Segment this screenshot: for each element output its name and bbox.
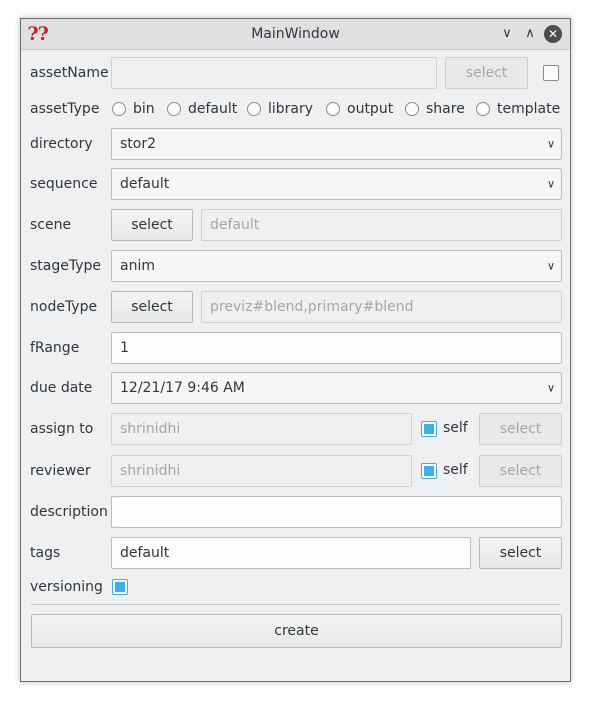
assign-to-select-button[interactable]: select [479,413,562,445]
stage-type-combo[interactable]: anim ∨ [111,250,562,282]
divider [31,604,560,605]
stage-type-label: stageType [30,258,102,274]
assign-to-field[interactable]: shrinidhi [111,413,412,445]
tags-field[interactable]: default [111,537,471,569]
node-type-label: nodeType [30,299,98,315]
radio-output[interactable]: output [326,101,393,117]
chevron-down-icon: ∨ [546,259,555,273]
radio-default[interactable]: default [167,101,237,117]
chevron-down-icon: ∨ [546,381,555,395]
title-bar[interactable]: ⁇ MainWindow ∨ ∧ ✕ [21,19,570,50]
window-title: MainWindow [251,26,340,42]
due-date-label: due date [30,380,93,396]
assign-to-self-label: self [443,420,468,436]
directory-label: directory [30,136,93,152]
frange-field[interactable]: 1 [111,332,562,364]
node-type-field[interactable]: previz#blend,primary#blend [201,291,562,323]
asset-name-label: assetName [30,65,109,81]
directory-combo[interactable]: stor2 ∨ [111,128,562,160]
create-button[interactable]: create [31,614,562,648]
radio-circle [405,102,419,116]
asset-name-select-button[interactable]: select [445,57,528,89]
asset-name-field[interactable] [111,57,437,89]
radio-circle [247,102,261,116]
radio-circle [326,102,340,116]
assign-to-label: assign to [30,421,94,437]
reviewer-select-button[interactable]: select [479,455,562,487]
reviewer-label: reviewer [30,463,91,479]
radio-template[interactable]: template [476,101,560,117]
tags-label: tags [30,545,61,561]
versioning-label: versioning [30,579,103,595]
close-icon[interactable]: ✕ [544,25,562,43]
description-label: description [30,504,108,520]
main-window: ⁇ MainWindow ∨ ∧ ✕ assetName select asse… [20,18,571,682]
tags-select-button[interactable]: select [479,537,562,569]
maximize-icon[interactable]: ∧ [520,24,540,44]
radio-circle [476,102,490,116]
frange-label: fRange [30,340,80,356]
radio-share[interactable]: share [405,101,465,117]
radio-circle [112,102,126,116]
radio-circle [167,102,181,116]
sequence-combo[interactable]: default ∨ [111,168,562,200]
asset-type-label: assetType [30,101,100,117]
reviewer-field[interactable]: shrinidhi [111,455,412,487]
due-date-picker[interactable]: 12/21/17 9:46 AM ∨ [111,372,562,404]
chevron-down-icon: ∨ [546,137,555,151]
reviewer-self-checkbox[interactable] [421,463,437,479]
scene-label: scene [30,217,72,233]
minimize-icon[interactable]: ∨ [497,24,517,44]
assign-to-self-checkbox[interactable] [421,421,437,437]
reviewer-self-label: self [443,462,468,478]
radio-bin[interactable]: bin [112,101,155,117]
scene-select-button[interactable]: select [111,209,193,241]
description-field[interactable] [111,496,562,528]
radio-library[interactable]: library [247,101,313,117]
node-type-select-button[interactable]: select [111,291,193,323]
asset-name-checkbox[interactable] [543,65,559,81]
chevron-down-icon: ∨ [546,177,555,191]
versioning-checkbox[interactable] [112,579,128,595]
sequence-label: sequence [30,176,98,192]
scene-field[interactable]: default [201,209,562,241]
